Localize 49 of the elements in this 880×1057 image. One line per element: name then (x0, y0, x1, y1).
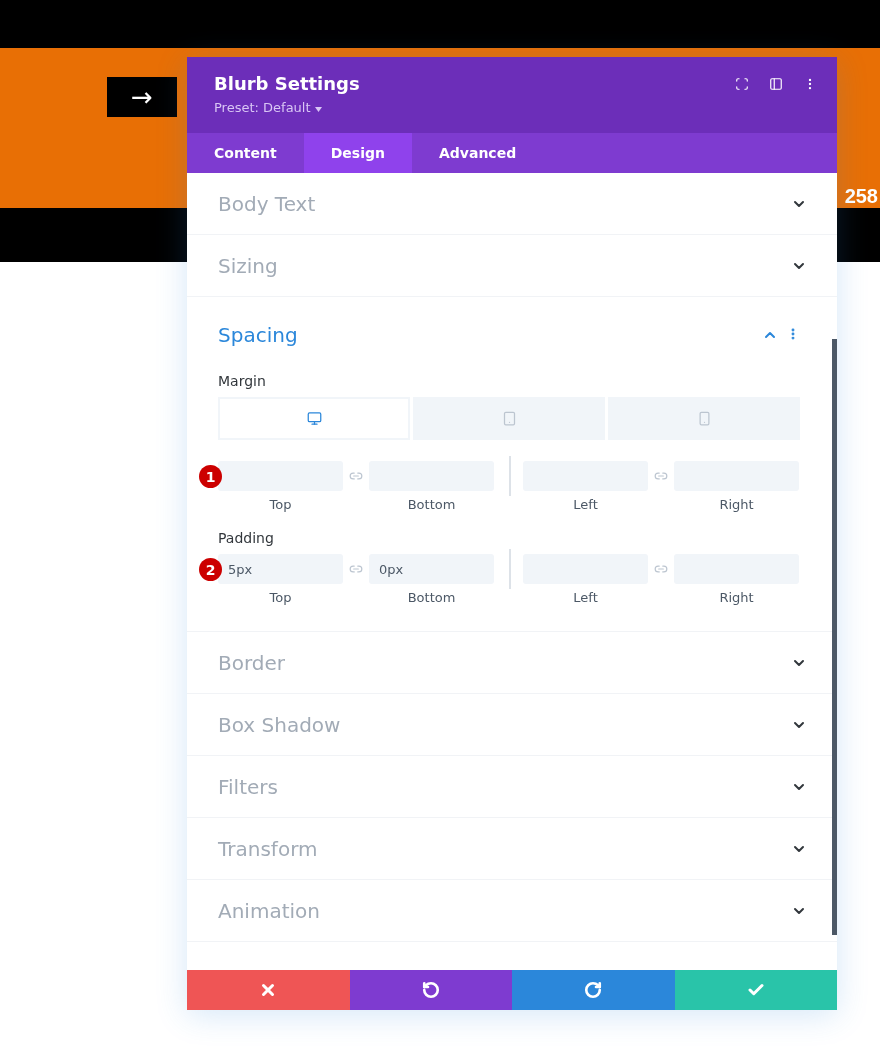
redo-icon (584, 981, 603, 999)
input-field[interactable] (218, 461, 343, 491)
step-marker: 2 (199, 558, 222, 581)
section-title[interactable]: Spacing (218, 323, 298, 347)
group-label: Padding (218, 530, 275, 546)
tab[interactable]: Design (303, 133, 412, 173)
sidebar-icon[interactable] (769, 77, 783, 91)
section-title[interactable]: Sizing (218, 253, 278, 278)
tab[interactable]: Content (187, 133, 304, 173)
input-field[interactable]: 0px (369, 554, 494, 584)
redo-button[interactable] (512, 970, 675, 1010)
expand-icon[interactable] (735, 77, 749, 91)
step-marker: 1 (199, 465, 222, 488)
group-label: Margin (218, 373, 267, 389)
tab[interactable]: Advanced (411, 133, 544, 173)
link-icon[interactable] (349, 469, 363, 483)
field-label: Top (268, 590, 293, 605)
field-label: Left (572, 590, 599, 605)
link-icon[interactable] (349, 562, 363, 576)
field-label: Bottom (406, 590, 457, 605)
desktop-icon (306, 411, 322, 426)
device-tab[interactable] (608, 397, 800, 440)
section-title[interactable]: Transform (218, 836, 318, 861)
field-label: Right (718, 590, 755, 605)
undo-icon (421, 981, 440, 999)
device-tab[interactable] (218, 397, 410, 440)
input-field[interactable]: 5px (218, 554, 343, 584)
field-label: Left (572, 497, 599, 512)
field-label: Right (718, 497, 755, 512)
undo-button[interactable] (349, 970, 512, 1010)
save-button[interactable] (674, 970, 837, 1010)
side-text: 258 (844, 185, 879, 208)
arrow-button[interactable]: → (107, 77, 177, 117)
preset-dropdown[interactable]: Preset: Default (214, 100, 360, 115)
device-tab[interactable] (413, 397, 605, 440)
section-title[interactable]: Border (218, 650, 286, 675)
section-title[interactable]: Body Text (218, 191, 316, 216)
phone-icon (696, 411, 712, 426)
modal-title: Blurb Settings (214, 73, 360, 94)
link-icon[interactable] (654, 562, 668, 576)
section-title[interactable]: Filters (218, 774, 278, 799)
field-label: Top (268, 497, 293, 512)
tablet-icon (501, 411, 517, 426)
section-title[interactable]: Animation (218, 898, 320, 923)
section-title[interactable]: Box Shadow (218, 712, 341, 737)
caret-icon (314, 107, 322, 112)
scrollbar[interactable] (832, 339, 837, 935)
link-icon[interactable] (654, 469, 668, 483)
field-label: Bottom (406, 497, 457, 512)
